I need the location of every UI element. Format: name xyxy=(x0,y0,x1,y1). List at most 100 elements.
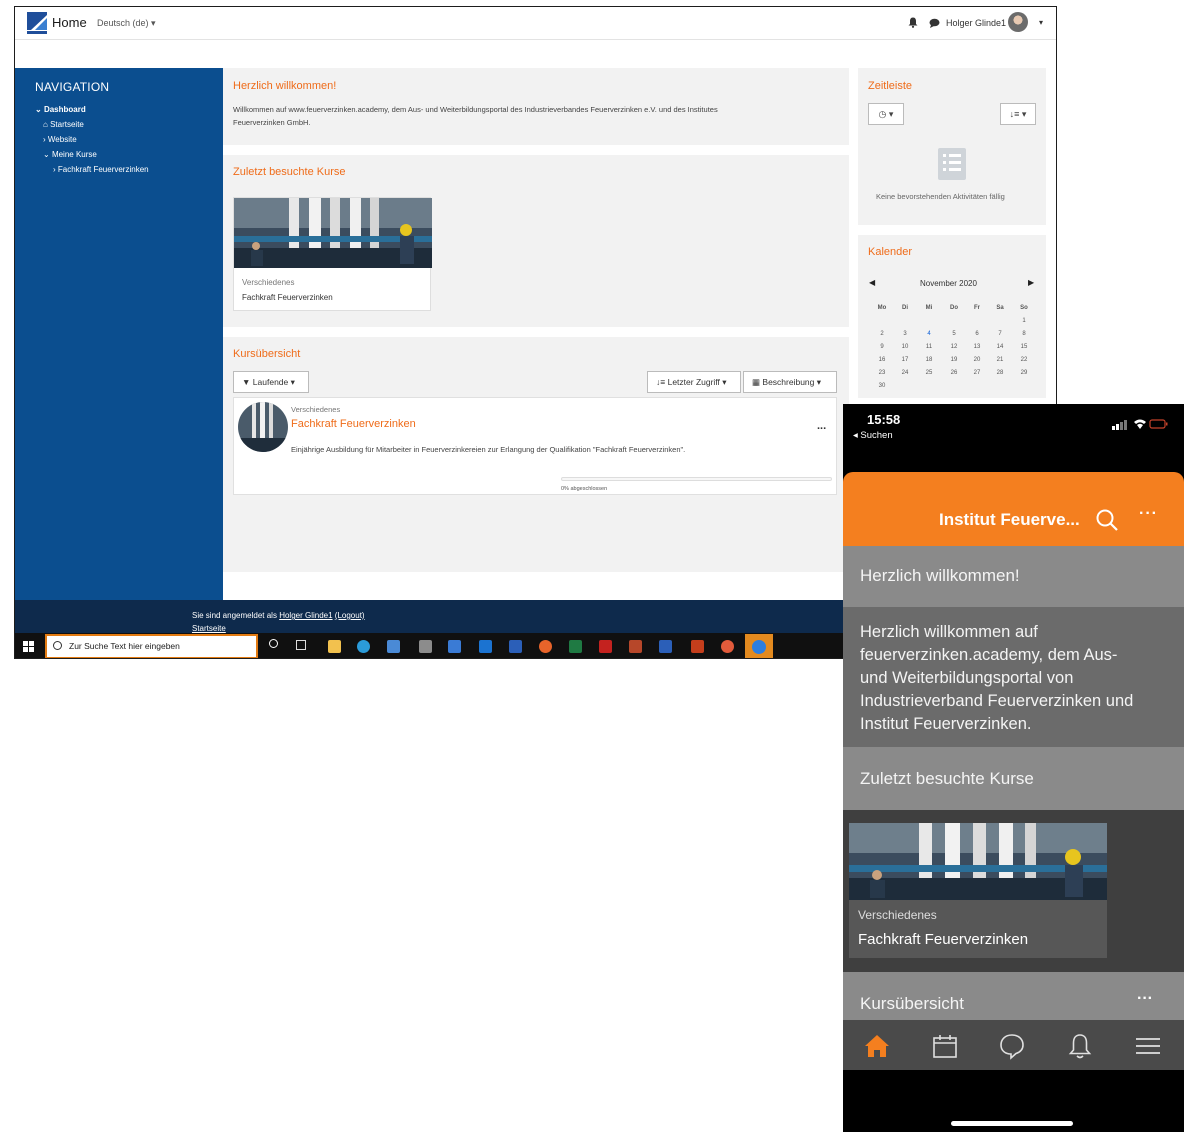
chevron-down-icon[interactable]: ▾ xyxy=(1039,18,1043,27)
calendar-day[interactable]: 11 xyxy=(920,344,938,350)
windows-start-icon[interactable] xyxy=(23,641,34,652)
course-actions-menu[interactable]: ... xyxy=(817,420,826,432)
messages-icon[interactable] xyxy=(929,18,940,28)
calendar-day[interactable]: 25 xyxy=(920,370,938,376)
course-name-link[interactable]: Fachkraft Feuerverzinken xyxy=(291,418,416,430)
calendar-day[interactable]: 2 xyxy=(873,331,891,337)
app-icon[interactable] xyxy=(448,640,461,653)
timeline-filter-button[interactable]: ◷ ▾ xyxy=(868,103,904,125)
back-to-search[interactable]: ◂ Suchen xyxy=(853,430,893,441)
calendar-day[interactable]: 18 xyxy=(920,357,938,363)
recent-heading-band: Zuletzt besuchte Kurse xyxy=(843,747,1184,810)
phone-course-card[interactable]: Verschiedenes Fachkraft Feuerverzinken xyxy=(849,823,1107,958)
bell-icon[interactable] xyxy=(908,17,918,28)
overview-heading: Kursübersicht xyxy=(860,994,964,1013)
app-title: Institut Feuerve... xyxy=(939,510,1080,529)
calendar-day[interactable]: 16 xyxy=(873,357,891,363)
app-icon[interactable] xyxy=(629,640,642,653)
calendar-day[interactable]: 19 xyxy=(945,357,963,363)
calendar-icon[interactable] xyxy=(931,1032,959,1060)
calendar-day[interactable]: 12 xyxy=(945,344,963,350)
nav-item-website[interactable]: › Website xyxy=(43,135,77,144)
home-indicator[interactable] xyxy=(951,1121,1073,1126)
user-avatar[interactable] xyxy=(1008,12,1028,32)
footer-user-link[interactable]: Holger Glinde1 xyxy=(279,611,332,620)
calendar-day[interactable]: 23 xyxy=(873,370,891,376)
course-category: Verschiedenes xyxy=(242,278,295,287)
language-menu[interactable]: Deutsch (de) ▾ xyxy=(97,18,156,29)
filter-dropdown[interactable]: ▼ Laufende ▾ xyxy=(233,371,309,393)
footer-home-link[interactable]: Startseite xyxy=(192,624,226,633)
calendar-day[interactable]: 27 xyxy=(968,370,986,376)
calendar-day[interactable]: 24 xyxy=(896,370,914,376)
chat-bubble-icon[interactable] xyxy=(998,1032,1026,1060)
calendar-day[interactable]: 5 xyxy=(945,331,963,337)
navigation-sidebar: NAVIGATION ⌄ Dashboard ⌂ Startseite › We… xyxy=(15,68,223,600)
calendar-day[interactable]: 26 xyxy=(945,370,963,376)
calendar-day[interactable]: 22 xyxy=(1015,357,1033,363)
welcome-heading: Herzlich willkommen! xyxy=(860,566,1020,585)
site-logo[interactable] xyxy=(27,12,47,34)
nav-item-startseite[interactable]: ⌂ Startseite xyxy=(43,120,84,129)
calendar-day[interactable]: 30 xyxy=(873,383,891,389)
calendar-day[interactable]: 6 xyxy=(968,331,986,337)
calendar-day[interactable]: 9 xyxy=(873,344,891,350)
app-header: Institut Feuerve... ··· xyxy=(843,472,1184,546)
calendar-weekday: Di xyxy=(902,305,908,311)
app-icon[interactable] xyxy=(387,640,400,653)
calendar-day[interactable]: 21 xyxy=(991,357,1009,363)
bottom-tab-bar xyxy=(843,1020,1184,1070)
taskbar-search-input[interactable]: Zur Suche Text hier eingeben xyxy=(45,634,258,658)
calendar-day[interactable]: 15 xyxy=(1015,344,1033,350)
active-app-tile[interactable] xyxy=(745,634,773,658)
welcome-line: Institut Feuerverzinken. xyxy=(860,715,1032,733)
calendar-day[interactable]: 7 xyxy=(991,331,1009,337)
calendar-prev-arrow[interactable]: ◀ xyxy=(869,278,875,287)
word-icon[interactable] xyxy=(509,640,522,653)
course-thumbnail[interactable] xyxy=(238,402,288,452)
calendar-day[interactable]: 29 xyxy=(1015,370,1033,376)
overview-more-icon[interactable]: ··· xyxy=(1137,990,1153,1008)
calendar-day[interactable]: 1 xyxy=(1015,318,1033,324)
nav-item-dashboard[interactable]: ⌄ Dashboard xyxy=(35,105,86,114)
firefox-icon[interactable] xyxy=(539,640,552,653)
more-menu-icon[interactable]: ··· xyxy=(1139,505,1158,523)
calendar-day[interactable]: 10 xyxy=(896,344,914,350)
task-view-icon[interactable] xyxy=(296,640,306,650)
nav-item-fachkraft[interactable]: › Fachkraft Feuerverzinken xyxy=(53,165,149,174)
excel-icon[interactable] xyxy=(569,640,582,653)
search-icon[interactable] xyxy=(1095,508,1119,532)
app-icon[interactable] xyxy=(659,640,672,653)
file-explorer-icon[interactable] xyxy=(328,640,341,653)
calendar-day[interactable]: 8 xyxy=(1015,331,1033,337)
course-name[interactable]: Fachkraft Feuerverzinken xyxy=(242,293,333,302)
calendar-day[interactable]: 13 xyxy=(968,344,986,350)
cortana-icon[interactable] xyxy=(269,639,278,648)
calendar-month[interactable]: November 2020 xyxy=(920,279,977,288)
app-icon[interactable] xyxy=(721,640,734,653)
sort-dropdown[interactable]: ↓≡ Letzter Zugriff ▾ xyxy=(647,371,741,393)
logout-link[interactable]: (Logout) xyxy=(335,611,365,620)
home-link[interactable]: Home xyxy=(52,15,87,30)
calendar-day[interactable]: 14 xyxy=(991,344,1009,350)
calendar-day[interactable]: 20 xyxy=(968,357,986,363)
calendar-day[interactable]: 3 xyxy=(896,331,914,337)
powerpoint-icon[interactable] xyxy=(691,640,704,653)
user-name[interactable]: Holger Glinde1 xyxy=(946,18,1006,28)
acrobat-icon[interactable] xyxy=(599,640,612,653)
view-dropdown[interactable]: ▦ Beschreibung ▾ xyxy=(743,371,837,393)
recent-course-card[interactable]: Verschiedenes Fachkraft Feuerverzinken xyxy=(233,197,432,311)
calendar-day[interactable]: 17 xyxy=(896,357,914,363)
hamburger-menu-icon[interactable] xyxy=(1134,1032,1162,1060)
calendar-next-arrow[interactable]: ▶ xyxy=(1028,278,1034,287)
timeline-sort-button[interactable]: ↓≡ ▾ xyxy=(1000,103,1036,125)
bell-icon[interactable] xyxy=(1066,1032,1094,1060)
calendar-day[interactable]: 4 xyxy=(920,331,938,337)
home-icon[interactable] xyxy=(863,1032,891,1060)
calculator-icon[interactable] xyxy=(419,640,432,653)
calendar-day[interactable]: 28 xyxy=(991,370,1009,376)
outlook-icon[interactable] xyxy=(479,640,492,653)
clock-icon: ◷ xyxy=(878,109,887,119)
edge-icon[interactable] xyxy=(357,640,370,653)
nav-item-meine-kurse[interactable]: ⌄ Meine Kurse xyxy=(43,150,97,159)
